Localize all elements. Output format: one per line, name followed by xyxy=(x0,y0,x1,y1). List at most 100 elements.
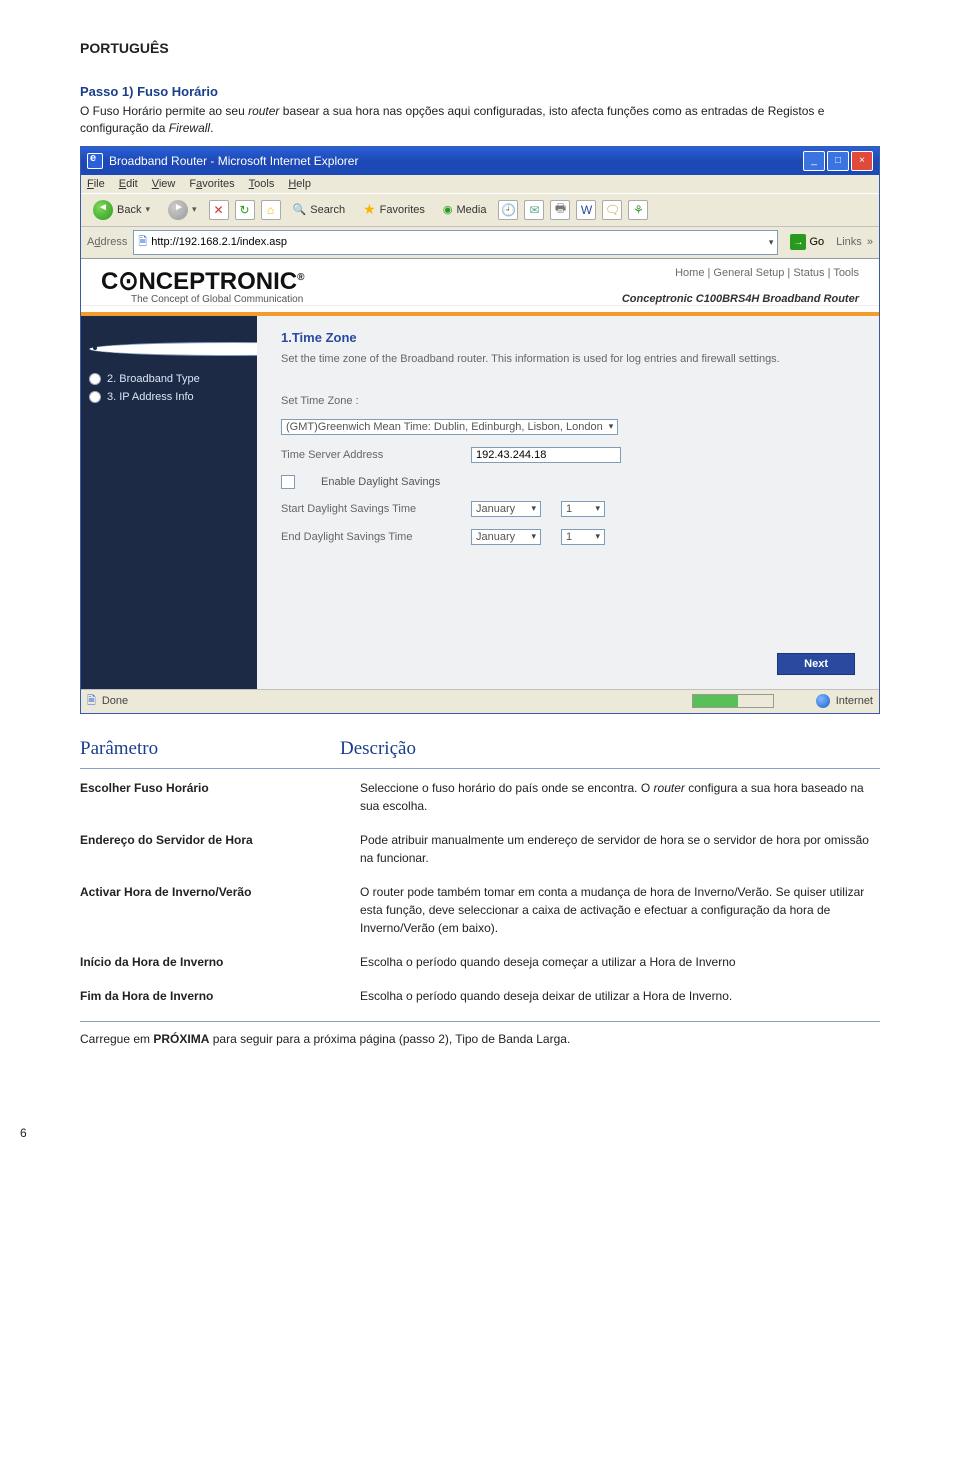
enable-daylight-checkbox[interactable] xyxy=(281,475,295,489)
address-bar-row: Address 🗎 http://192.168.2.1/index.asp ▾… xyxy=(81,227,879,259)
menu-favorites[interactable]: Favorites xyxy=(189,178,234,190)
timeserver-input[interactable] xyxy=(471,447,621,463)
label-timeserver: Time Server Address xyxy=(281,449,451,461)
page-icon: 🗎 xyxy=(138,233,147,252)
label-end-daylight: End Daylight Savings Time xyxy=(281,531,451,543)
param-description: Escolha o período quando deseja começar … xyxy=(360,953,880,971)
router-header: C⊙NCEPTRONIC® The Concept of Global Comm… xyxy=(81,259,879,306)
browser-window: Broadband Router - Microsoft Internet Ex… xyxy=(80,146,880,714)
history-button[interactable]: 🕘 xyxy=(498,200,518,220)
sidebar-item-broadband[interactable]: 2. Broadband Type xyxy=(89,370,249,388)
minimize-button[interactable]: _ xyxy=(803,151,825,171)
chevron-down-icon: ▾ xyxy=(531,503,536,514)
param-description: Escolha o período quando deseja deixar d… xyxy=(360,987,880,1005)
nav-tools[interactable]: Tools xyxy=(833,267,859,279)
favorites-button[interactable]: ★Favorites xyxy=(357,199,431,220)
next-button[interactable]: Next xyxy=(777,653,855,675)
address-value: http://192.168.2.1/index.asp xyxy=(151,236,759,248)
section-name: Time Zone xyxy=(292,330,357,345)
address-input[interactable]: 🗎 http://192.168.2.1/index.asp ▾ xyxy=(133,230,778,255)
star-icon: ★ xyxy=(363,201,376,218)
home-button[interactable]: ⌂ xyxy=(261,200,281,220)
start-day-value: 1 xyxy=(566,503,572,515)
table-row: Escolher Fuso HorárioSeleccione o fuso h… xyxy=(80,779,880,815)
browser-statusbar: 🗎 Done Internet xyxy=(81,689,879,713)
start-month-value: January xyxy=(476,503,515,515)
nav-status[interactable]: Status xyxy=(793,267,824,279)
section-subtitle: Set the time zone of the Broadband route… xyxy=(281,353,855,365)
section-title: 1.Time Zone xyxy=(281,330,855,345)
header-descricao: Descrição xyxy=(340,738,416,766)
search-icon: 🔍 xyxy=(293,203,307,216)
browser-titlebar: Broadband Router - Microsoft Internet Ex… xyxy=(81,147,879,175)
status-zone: Internet xyxy=(836,695,873,707)
sidebar-item-ipaddress[interactable]: 3. IP Address Info xyxy=(89,388,249,406)
browser-menubar: File Edit View Favorites Tools Help xyxy=(81,175,879,193)
forward-button[interactable]: ▾ xyxy=(162,198,203,222)
end-day-select[interactable]: 1▾ xyxy=(561,529,605,545)
page-number: 6 xyxy=(20,1126,880,1140)
table-row: Fim da Hora de InvernoEscolha o período … xyxy=(80,987,880,1005)
go-button[interactable]: → Go xyxy=(784,233,830,251)
foot-bold: PRÓXIMA xyxy=(153,1032,209,1046)
browser-content: C⊙NCEPTRONIC® The Concept of Global Comm… xyxy=(81,259,879,689)
media-label: Media xyxy=(457,204,487,216)
address-dropdown-icon[interactable]: ▾ xyxy=(769,237,774,248)
window-title: Broadband Router - Microsoft Internet Ex… xyxy=(109,154,358,168)
table-row: Início da Hora de InvernoEscolha o perío… xyxy=(80,953,880,971)
param-description: Seleccione o fuso horário do país onde s… xyxy=(360,779,880,815)
step-description: O Fuso Horário permite ao seu router bas… xyxy=(80,103,880,138)
media-button[interactable]: ◉ Media xyxy=(437,201,493,218)
start-month-select[interactable]: January ▾ xyxy=(471,501,541,517)
edit-button[interactable]: W xyxy=(576,200,596,220)
page-icon: 🗎 xyxy=(87,692,96,711)
close-button[interactable]: × xyxy=(851,151,873,171)
progress-bar xyxy=(692,694,774,708)
address-label: Address xyxy=(87,236,127,248)
browser-toolbar: Back▾ ▾ ✕ ↻ ⌂ 🔍Search ★Favorites ◉Media … xyxy=(81,193,879,227)
links-label[interactable]: Links xyxy=(836,236,873,248)
param-name: Endereço do Servidor de Hora xyxy=(80,831,360,867)
param-description: Pode atribuir manualmente um endereço de… xyxy=(360,831,880,867)
menu-tools[interactable]: Tools xyxy=(249,178,275,190)
back-button[interactable]: Back▾ xyxy=(87,198,156,222)
mail-button[interactable]: ✉ xyxy=(524,200,544,220)
globe-icon xyxy=(816,694,830,708)
sidebar-item-timezone[interactable]: 1. Time Zone xyxy=(89,328,249,370)
radio-icon xyxy=(89,391,101,403)
menu-view[interactable]: View xyxy=(152,178,176,190)
forward-icon xyxy=(168,200,188,220)
refresh-button[interactable]: ↻ xyxy=(235,200,255,220)
timezone-select[interactable]: (GMT)Greenwich Mean Time: Dublin, Edinbu… xyxy=(281,419,618,435)
menu-help[interactable]: Help xyxy=(288,178,311,190)
chevron-down-icon: ▾ xyxy=(609,421,614,432)
language-header: PORTUGUÊS xyxy=(80,40,880,56)
discuss-button[interactable]: 🗨 xyxy=(602,200,622,220)
step-desc-router-word: router xyxy=(248,104,279,118)
maximize-button[interactable]: □ xyxy=(827,151,849,171)
router-sidebar: 1. Time Zone 2. Broadband Type 3. IP Add… xyxy=(81,316,257,689)
search-label: Search xyxy=(310,204,345,216)
step-desc-pre: O Fuso Horário permite ao seu xyxy=(80,104,248,118)
stop-button[interactable]: ✕ xyxy=(209,200,229,220)
media-icon: ◉ xyxy=(443,203,453,216)
radio-icon xyxy=(89,373,101,385)
nav-home[interactable]: Home xyxy=(675,267,704,279)
menu-file[interactable]: File xyxy=(87,178,105,190)
search-button[interactable]: 🔍Search xyxy=(287,201,352,218)
param-name: Escolher Fuso Horário xyxy=(80,779,360,815)
go-arrow-icon: → xyxy=(790,234,806,250)
label-set-timezone: Set Time Zone : xyxy=(281,395,451,407)
table-divider xyxy=(80,768,880,769)
step-desc-post: . xyxy=(210,121,213,135)
nav-general-setup[interactable]: General Setup xyxy=(713,267,784,279)
print-button[interactable]: 🖶 xyxy=(550,200,570,220)
msn-button[interactable]: ⚘ xyxy=(628,200,648,220)
go-label: Go xyxy=(809,236,824,248)
sidebar-item-label: 2. Broadband Type xyxy=(107,373,200,385)
back-label: Back xyxy=(117,204,141,216)
start-day-select[interactable]: 1▾ xyxy=(561,501,605,517)
footer-instruction: Carregue em PRÓXIMA para seguir para a p… xyxy=(80,1032,880,1046)
end-month-select[interactable]: January▾ xyxy=(471,529,541,545)
menu-edit[interactable]: Edit xyxy=(119,178,138,190)
